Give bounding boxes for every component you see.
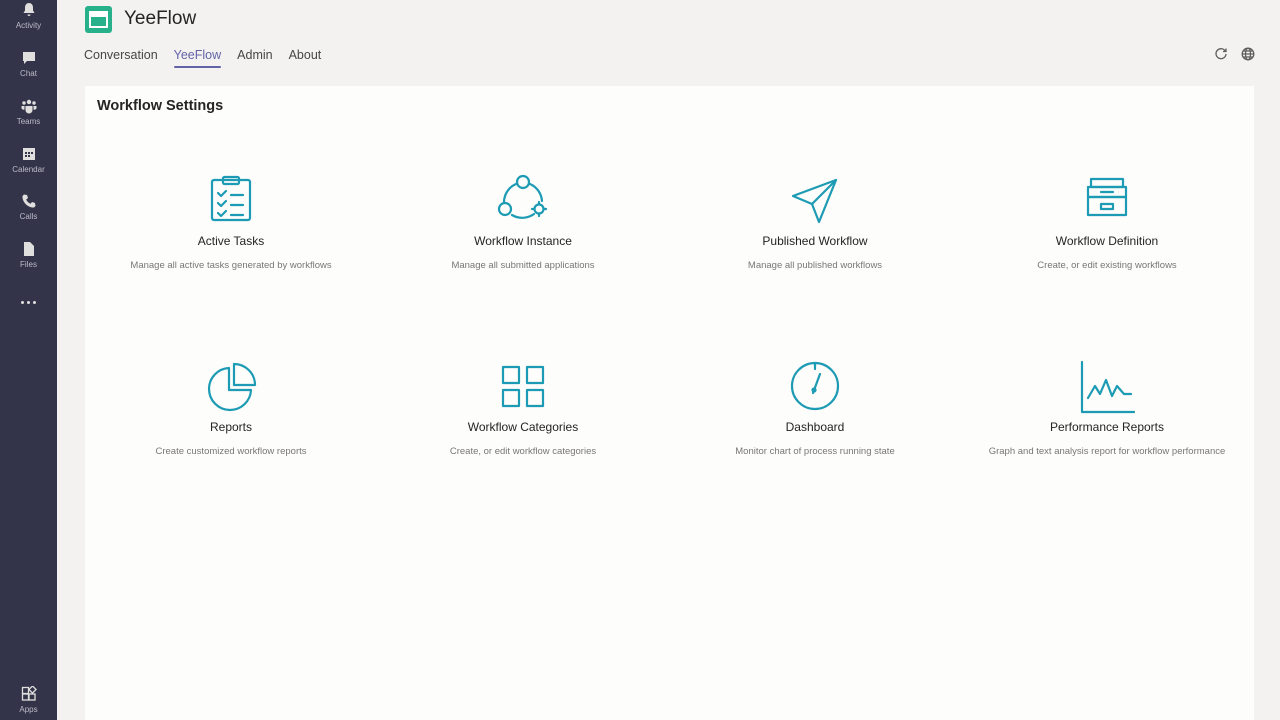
tile-reports[interactable]: Reports Create customized workflow repor…	[85, 360, 377, 530]
rail-label: Calls	[19, 212, 38, 221]
tile-desc: Create, or edit workflow categories	[449, 446, 597, 457]
tab-yeeflow[interactable]: YeeFlow	[173, 48, 221, 68]
rail-item-apps[interactable]: Apps	[0, 686, 57, 720]
tile-desc: Graph and text analysis report for workf…	[988, 446, 1226, 457]
tile-desc: Create customized workflow reports	[155, 446, 307, 457]
rail-item-chat[interactable]: Chat	[0, 50, 57, 94]
rail-label: Chat	[20, 69, 37, 78]
tile-title: Dashboard	[785, 420, 845, 434]
more-apps-icon[interactable]	[0, 292, 57, 312]
rail-item-files[interactable]: Files	[0, 241, 57, 285]
archive-box-icon	[1079, 174, 1135, 230]
app-header: YeeFlow Conversation YeeFlow Admin About	[57, 0, 1280, 72]
calendar-icon	[22, 148, 35, 160]
page-title: Workflow Settings	[97, 98, 224, 114]
yeeflow-logo-icon	[85, 6, 112, 33]
grid-icon	[495, 360, 551, 416]
tile-title: Published Workflow	[762, 234, 868, 248]
bell-icon	[23, 3, 34, 16]
rail-item-calendar[interactable]: Calendar	[0, 146, 57, 190]
file-icon	[23, 242, 34, 256]
tile-workflow-instance[interactable]: Workflow Instance Manage all submitted a…	[377, 174, 669, 344]
tile-title: Performance Reports	[1049, 420, 1165, 434]
paper-plane-icon	[787, 174, 843, 230]
gauge-icon	[787, 360, 843, 416]
tab-bar: Conversation YeeFlow Admin About	[84, 48, 337, 68]
tile-active-tasks[interactable]: Active Tasks Manage all active tasks gen…	[85, 174, 377, 344]
phone-icon	[21, 194, 35, 208]
globe-icon[interactable]	[1241, 47, 1257, 63]
app-title: YeeFlow	[124, 8, 197, 29]
rail-label: Calendar	[12, 165, 45, 174]
tab-about[interactable]: About	[289, 48, 322, 66]
tile-published-workflow[interactable]: Published Workflow Manage all published …	[669, 174, 961, 344]
rail-item-teams[interactable]: Teams	[0, 98, 57, 142]
tile-desc: Manage all submitted applications	[451, 260, 595, 271]
tile-desc: Create, or edit existing workflows	[1037, 260, 1177, 271]
tile-desc: Manage all published workflows	[747, 260, 883, 271]
tile-workflow-categories[interactable]: Workflow Categories Create, or edit work…	[377, 360, 669, 530]
tile-dashboard[interactable]: Dashboard Monitor chart of process runni…	[669, 360, 961, 530]
rail-label: Apps	[19, 705, 38, 714]
chat-icon	[22, 52, 35, 64]
refresh-icon[interactable]	[1214, 47, 1230, 63]
line-chart-icon	[1079, 360, 1136, 416]
rail-label: Files	[20, 260, 37, 269]
tile-workflow-definition[interactable]: Workflow Definition Create, or edit exis…	[961, 174, 1253, 344]
rail-label: Activity	[15, 21, 42, 30]
tab-conversation[interactable]: Conversation	[84, 48, 158, 66]
teams-icon	[21, 99, 36, 114]
workflow-settings-panel: Workflow Settings Active Tasks Manage al…	[85, 86, 1254, 720]
rail-item-calls[interactable]: Calls	[0, 193, 57, 237]
clipboard-checklist-icon	[203, 174, 259, 230]
tile-title: Workflow Definition	[1055, 234, 1159, 248]
tile-performance-reports[interactable]: Performance Reports Graph and text analy…	[961, 360, 1253, 530]
tile-desc: Monitor chart of process running state	[735, 446, 895, 457]
tab-admin[interactable]: Admin	[237, 48, 272, 66]
tile-title: Active Tasks	[197, 234, 265, 248]
app-rail: Activity Chat Teams Calendar Calls Files…	[0, 0, 57, 720]
apps-icon	[21, 686, 37, 701]
rail-item-activity[interactable]: Activity	[0, 2, 57, 46]
rail-label: Teams	[16, 117, 41, 126]
tile-title: Workflow Categories	[467, 420, 579, 434]
tile-desc: Manage all active tasks generated by wor…	[130, 260, 332, 271]
workflow-instance-icon	[495, 174, 551, 230]
pie-chart-icon	[203, 360, 259, 416]
tile-title: Workflow Instance	[474, 234, 572, 248]
tile-title: Reports	[209, 420, 253, 434]
